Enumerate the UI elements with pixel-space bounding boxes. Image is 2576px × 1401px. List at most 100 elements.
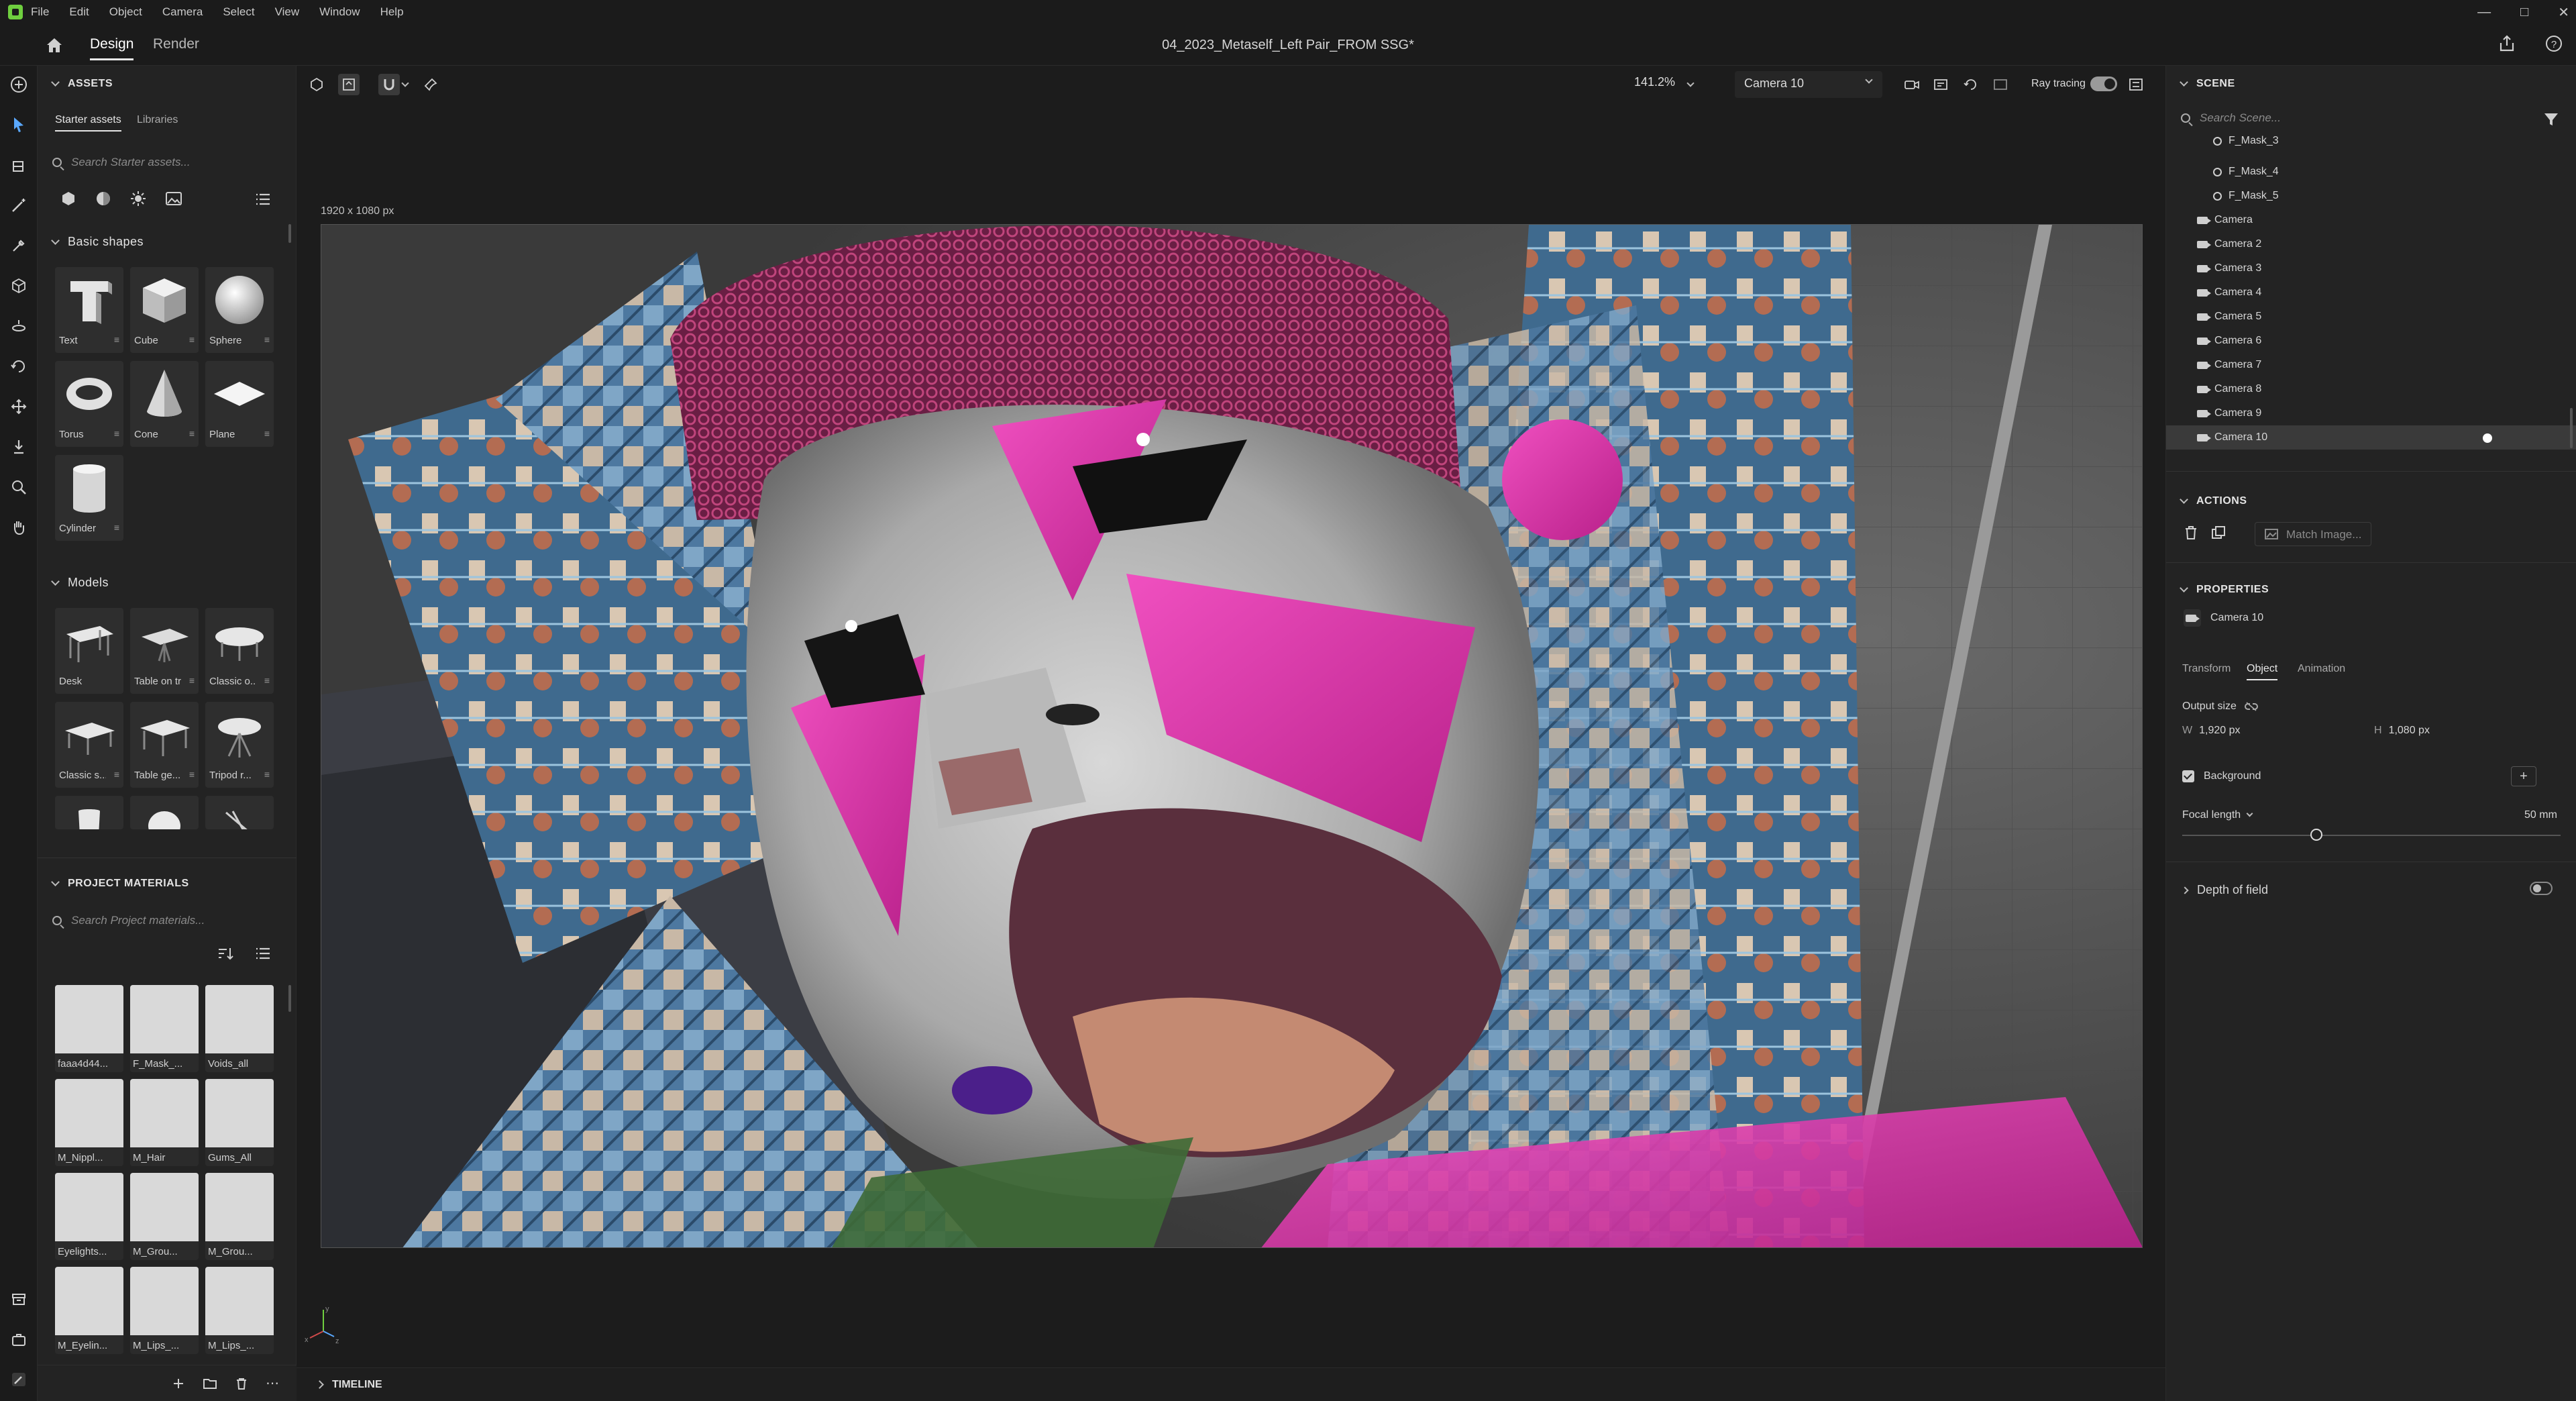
background-checkbox[interactable]: [2182, 770, 2194, 782]
list-view-icon[interactable]: [255, 946, 271, 961]
minimize-icon[interactable]: —: [2477, 5, 2491, 20]
width-field[interactable]: W 1,920 px: [2182, 725, 2241, 737]
menu-view[interactable]: View: [275, 5, 300, 19]
settings-icon[interactable]: ≡: [114, 769, 119, 780]
tab-render[interactable]: Render: [153, 36, 199, 52]
paint-bucket-icon[interactable]: [8, 154, 30, 176]
assets-scrollbar[interactable]: [288, 224, 291, 243]
scene-item-camera[interactable]: Camera 5: [2166, 305, 2576, 329]
scene-item-camera[interactable]: Camera 8: [2166, 377, 2576, 401]
properties-header[interactable]: PROPERTIES: [2180, 584, 2269, 596]
material-tile[interactable]: F_Mask_...: [130, 985, 199, 1072]
material-tile[interactable]: M_Eyelin...: [55, 1267, 123, 1354]
sort-icon[interactable]: [217, 946, 233, 961]
material-tile[interactable]: Gums_All: [205, 1079, 274, 1166]
camera-select[interactable]: Camera 10: [1735, 71, 1882, 98]
fit-view-icon[interactable]: [338, 74, 360, 95]
settings-icon[interactable]: ≡: [114, 428, 119, 439]
light-filter-icon[interactable]: [130, 191, 146, 207]
timeline-bar[interactable]: TIMELINE: [297, 1367, 2165, 1401]
add-material-icon[interactable]: [172, 1377, 185, 1390]
settings-icon[interactable]: ≡: [264, 334, 270, 345]
settings-icon[interactable]: ≡: [114, 334, 119, 345]
settings-icon[interactable]: ≡: [189, 769, 195, 780]
trash-icon[interactable]: [235, 1377, 248, 1390]
material-tile[interactable]: faaa4d44...: [55, 985, 123, 1072]
scene-item-camera-selected[interactable]: Camera 10: [2166, 425, 2576, 450]
image-filter-icon[interactable]: [165, 191, 182, 207]
models-header[interactable]: Models: [51, 576, 109, 590]
settings-icon[interactable]: ≡: [189, 675, 195, 686]
asset-sphere[interactable]: Sphere ≡: [205, 267, 274, 353]
material-tile[interactable]: M_Grou...: [130, 1173, 199, 1260]
tab-libraries[interactable]: Libraries: [137, 114, 178, 126]
settings-icon[interactable]: ≡: [189, 334, 195, 345]
orbit-tool-icon[interactable]: [8, 356, 30, 377]
materials-scrollbar[interactable]: [288, 985, 291, 1012]
scene-item-camera[interactable]: Camera: [2166, 208, 2576, 232]
basic-shapes-header[interactable]: Basic shapes: [51, 235, 144, 249]
maximize-icon[interactable]: □: [2520, 5, 2528, 20]
scene-search-input[interactable]: Search Scene...: [2181, 105, 2281, 132]
asset-cube[interactable]: Cube ≡: [130, 267, 199, 353]
asset-cone[interactable]: Cone ≡: [130, 361, 199, 447]
menu-select[interactable]: Select: [223, 5, 254, 19]
camera-add-icon[interactable]: [1901, 74, 1923, 95]
zoom-level[interactable]: 141.2%: [1634, 75, 1715, 95]
light-tool-icon[interactable]: [8, 315, 30, 337]
asset-torus[interactable]: Torus ≡: [55, 361, 123, 447]
match-image-button[interactable]: Match Image...: [2255, 522, 2372, 546]
hand-tool-icon[interactable]: [8, 517, 30, 538]
depth-of-field-toggle[interactable]: [2530, 882, 2553, 895]
focal-length-slider-knob[interactable]: [2310, 829, 2322, 841]
menu-file[interactable]: File: [31, 5, 49, 19]
material-tile[interactable]: M_Hair: [130, 1079, 199, 1166]
settings-icon[interactable]: ≡: [264, 675, 270, 686]
tab-object[interactable]: Object: [2247, 663, 2278, 680]
home-icon[interactable]: [44, 35, 64, 55]
drop-tool-icon[interactable]: [8, 436, 30, 458]
settings-icon[interactable]: ≡: [189, 428, 195, 439]
assets-header[interactable]: ASSETS: [51, 78, 113, 90]
more-icon[interactable]: ⋯: [266, 1375, 279, 1392]
tab-transform[interactable]: Transform: [2182, 663, 2231, 675]
scene-item-camera[interactable]: Camera 3: [2166, 256, 2576, 280]
camera-view-icon[interactable]: [1931, 74, 1952, 95]
background-add-button[interactable]: +: [2511, 766, 2536, 786]
asset-model[interactable]: Desk: [55, 608, 123, 694]
depth-of-field-header[interactable]: Depth of field: [2181, 883, 2268, 897]
zoom-tool-icon[interactable]: [8, 476, 30, 498]
asset-model[interactable]: Table on tr...≡: [130, 608, 199, 694]
materials-search-input[interactable]: Search Project materials...: [52, 907, 205, 934]
asset-model-beanbag[interactable]: [130, 796, 199, 829]
material-filter-icon[interactable]: [60, 191, 76, 207]
menu-camera[interactable]: Camera: [162, 5, 203, 19]
focal-length-dropdown[interactable]: Focal length: [2182, 809, 2253, 821]
object-tool-icon[interactable]: [8, 275, 30, 297]
render-preview-icon[interactable]: [1990, 74, 2011, 95]
filter-icon[interactable]: [2543, 111, 2559, 127]
assets-search-input[interactable]: Search Starter assets...: [52, 149, 191, 176]
eyedropper-icon[interactable]: [8, 235, 30, 256]
settings-icon[interactable]: ≡: [114, 522, 119, 533]
menu-edit[interactable]: Edit: [69, 5, 89, 19]
close-icon[interactable]: ✕: [2558, 4, 2569, 21]
briefcase-icon[interactable]: [8, 1329, 30, 1350]
asset-model-chair[interactable]: [55, 796, 123, 829]
scene-item-camera[interactable]: Camera 9: [2166, 401, 2576, 425]
asset-plane[interactable]: Plane ≡: [205, 361, 274, 447]
folder-icon[interactable]: [203, 1377, 217, 1390]
list-view-icon[interactable]: [255, 192, 271, 207]
asset-model[interactable]: Classic o... ≡: [205, 608, 274, 694]
menu-object[interactable]: Object: [109, 5, 142, 19]
focal-length-slider[interactable]: [2182, 835, 2561, 836]
project-materials-header[interactable]: PROJECT MATERIALS: [51, 878, 189, 890]
sphere-filter-icon[interactable]: [95, 191, 111, 207]
asset-model[interactable]: Tripod r... ≡: [205, 702, 274, 788]
move-tool-icon[interactable]: [8, 396, 30, 417]
chevron-down-icon[interactable]: [400, 74, 411, 95]
help-icon[interactable]: ?: [2544, 34, 2564, 54]
duplicate-icon[interactable]: [2210, 525, 2226, 541]
scene-item-camera[interactable]: Camera 7: [2166, 353, 2576, 377]
scene-item-mask[interactable]: F_Mask_4: [2166, 160, 2576, 184]
